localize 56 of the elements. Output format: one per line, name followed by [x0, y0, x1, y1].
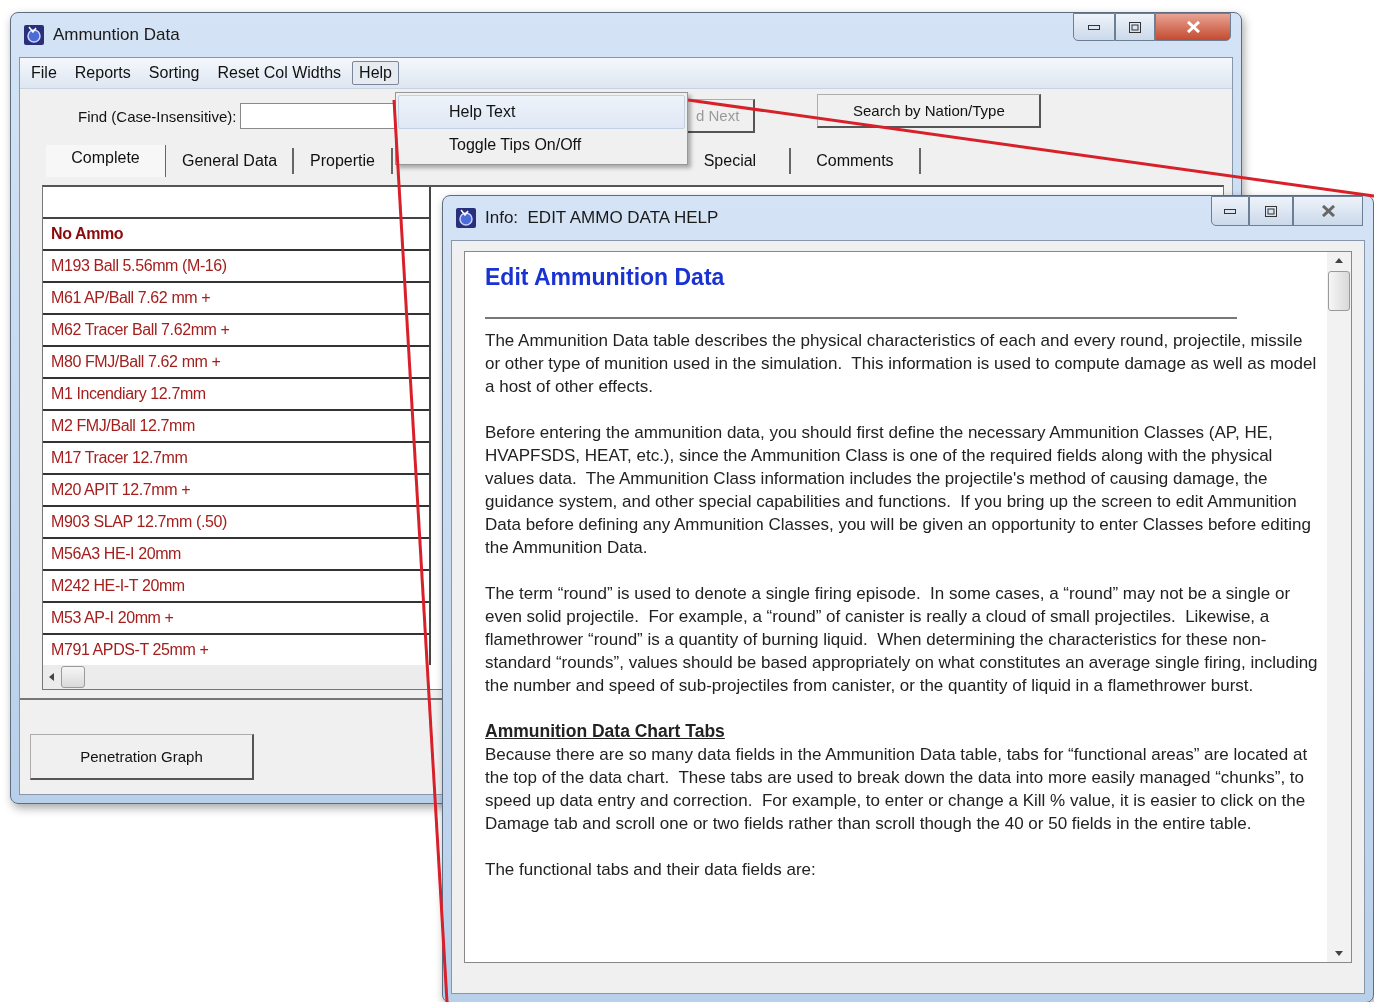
- list-row[interactable]: M17 Tracer 12.7mm: [43, 443, 429, 475]
- tab[interactable]: Comments: [790, 148, 921, 174]
- search-button[interactable]: Search by Nation/Type: [817, 94, 1042, 128]
- window-title: Info: EDIT AMMO DATA HELP: [485, 208, 720, 228]
- list-row[interactable]: M1 Incendiary 12.7mm: [43, 379, 429, 411]
- tab[interactable]: Complete: [46, 145, 166, 177]
- help-paragraph: The functional tabs and their data fields are:: [485, 859, 817, 881]
- list-row[interactable]: M53 AP-I 20mm +: [43, 603, 429, 635]
- scroll-left-icon: [49, 673, 55, 681]
- help-heading: Edit Ammunition Data: [485, 264, 726, 291]
- list-row[interactable]: M20 APIT 12.7mm +: [43, 475, 429, 507]
- list-row[interactable]: M193 Ball 5.56mm (M-16): [43, 251, 429, 283]
- menu-item[interactable]: File: [24, 61, 64, 85]
- maximize-icon: [1265, 205, 1277, 217]
- minimize-icon: [1224, 208, 1236, 214]
- tab[interactable]: General Data: [166, 148, 294, 174]
- window-title: Ammuntion Data: [53, 25, 181, 45]
- list-row[interactable]: M242 HE-I-T 20mm: [43, 571, 429, 603]
- list-row[interactable]: M2 FMJ/Ball 12.7mm: [43, 411, 429, 443]
- list-row[interactable]: M61 AP/Ball 7.62 mm +: [43, 283, 429, 315]
- tab[interactable]: Propertie: [294, 148, 393, 174]
- help-paragraph: Because there are so many data fields in the Ammunition Data table, tabs for “functional areas” are located at the top of the data chart. These tabs are used to break down the data into more easily managed “chunks”, to speed up data entry and correction. For example, to enter or change a Kill % value, it is easier to click on the Damage tab and scroll one or two fields rather than scroll though the 40 or 50 fields in the entire table.: [485, 744, 1309, 835]
- scroll-up-icon: [1335, 258, 1343, 263]
- minimize-icon: [1088, 24, 1100, 30]
- vertical-scrollbar[interactable]: [1327, 252, 1351, 962]
- list-row[interactable]: M62 Tracer Ball 7.62mm +: [43, 315, 429, 347]
- section-heading: Ammunition Data Chart Tabs: [485, 720, 726, 743]
- minimize-button[interactable]: [1073, 13, 1115, 41]
- maximize-icon: [1129, 21, 1141, 33]
- scroll-thumb[interactable]: [1328, 271, 1350, 311]
- menu-item[interactable]: Sorting: [141, 61, 207, 85]
- list-row[interactable]: No Ammo: [43, 219, 429, 251]
- maximize-button[interactable]: [1115, 13, 1155, 41]
- menu-item[interactable]: Help: [352, 61, 399, 85]
- close-button[interactable]: [1155, 13, 1231, 41]
- minimize-button[interactable]: [1211, 196, 1249, 226]
- menu-item[interactable]: Reset Col Widths: [210, 61, 349, 85]
- menu-entry[interactable]: Help Text: [398, 95, 685, 129]
- close-icon: [1321, 205, 1335, 217]
- find-label: Find (Case-Insensitive):: [78, 107, 237, 125]
- horizontal-scrollbar[interactable]: [43, 665, 429, 689]
- app-icon: [455, 207, 477, 229]
- list-row[interactable]: M80 FMJ/Ball 7.62 mm +: [43, 347, 429, 379]
- list-row[interactable]: M903 SLAP 12.7mm (.50): [43, 507, 429, 539]
- list-row[interactable]: M56A3 HE-I 20mm: [43, 539, 429, 571]
- menu-item[interactable]: Reports: [67, 61, 138, 85]
- help-paragraph: Before entering the ammunition data, you should first define the necessary Ammunition Classes (AP, HE, HVAPFSDS, HEAT, etc.), since the Ammunition Class is one of the required fields along with the physical values data. The Ammunition Class information includes the projectile's method of causing damage, the guidance system, and other special capabilities and functions. If you bring up the screen to edit Ammunition Data before defining any Ammunition Classes, you will be given an opportunity to enter Classes before editing the Ammunition Data.: [485, 422, 1312, 559]
- scroll-down-icon: [1335, 951, 1343, 956]
- close-button[interactable]: [1293, 196, 1363, 226]
- app-icon: [23, 24, 45, 46]
- help-paragraph: The term “round” is used to denote a single firing episode. In some cases, a “round” may not be a single or even solid projectile. For example, a “round” of canister is really a cloud of small projectiles. Likewise, a flamethrower “round” is a quantity of burning liquid. When determining the characteristics for these non-standard “rounds”, values should be based appropriately on what constitutes an average single firing, including the number and speed of sub-projectiles from canister, or the quantity of liquid in a flamethrower burst.: [485, 583, 1319, 697]
- maximize-button[interactable]: [1249, 196, 1293, 226]
- scroll-thumb[interactable]: [61, 666, 85, 688]
- close-icon: [1186, 21, 1200, 33]
- penetration-graph-button[interactable]: Penetration Graph: [30, 734, 254, 780]
- help-paragraph: The Ammunition Data table describes the physical characteristics of each and every round, projectile, missile or other type of munition used in the simulation. This information is used to compute damage as well as model a host of other effects.: [485, 330, 1318, 398]
